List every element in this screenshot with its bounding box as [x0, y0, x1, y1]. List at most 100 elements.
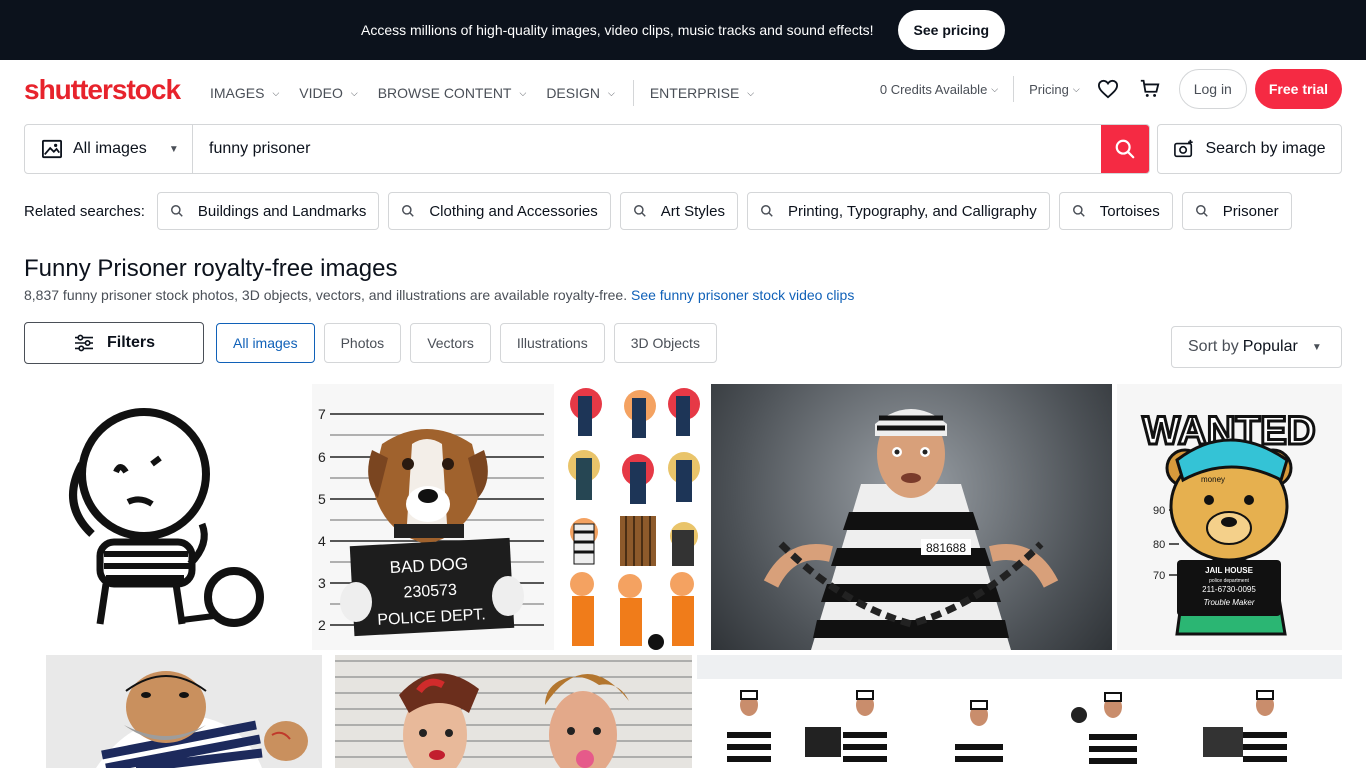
chip-label: Tortoises	[1099, 202, 1160, 220]
search-submit-button[interactable]	[1101, 125, 1149, 173]
chevron-down-icon: ⌵	[608, 87, 615, 98]
filters-label: Filters	[106, 334, 155, 351]
tab-all-images[interactable]: All images	[216, 323, 315, 363]
prisoner-photo: 881688	[763, 409, 1059, 650]
filters-button[interactable]: Filters	[24, 322, 204, 364]
search-by-image-label: Search by image	[1205, 140, 1326, 157]
chevron-down-icon: ⌵	[991, 83, 999, 94]
image-type-tabs: All images Photos Vectors Illustrations …	[216, 323, 726, 363]
scale-label: 70	[1153, 570, 1165, 582]
result-image-prisoner-poses[interactable]	[697, 655, 1342, 768]
chevron-down-icon: ⌵	[1072, 83, 1080, 94]
search-icon	[170, 205, 183, 217]
related-chip[interactable]: Art Styles	[619, 192, 738, 230]
related-chip[interactable]: Printing, Typography, and Calligraphy	[746, 192, 1050, 230]
credits-dropdown[interactable]: 0 Credits Available ⌵	[880, 82, 998, 97]
scale-label: 5	[318, 491, 326, 507]
result-image-police-set[interactable]	[560, 384, 706, 650]
nav-images[interactable]: IMAGES ⌵	[210, 85, 279, 101]
result-image-stick-prisoner[interactable]	[24, 384, 306, 650]
scale-label: 2	[318, 617, 326, 633]
result-image-cartoon-convict[interactable]	[46, 655, 322, 768]
see-pricing-button[interactable]: See pricing	[897, 10, 1005, 50]
search-input[interactable]	[193, 125, 1101, 173]
nav-enterprise[interactable]: ENTERPRISE ⌵	[650, 85, 754, 101]
nav-label: DESIGN	[546, 85, 600, 101]
results-count-text: 8,837 funny prisoner stock photos, 3D ob…	[24, 287, 628, 303]
dog-mugshot-illustration: 7 6 5 4 3 2 BAD DOG 230573 POLICE DEPT.	[318, 406, 544, 637]
search-bar: All images ▼	[24, 124, 1150, 174]
prisoner-poses-photo	[727, 690, 1287, 768]
chip-label: Prisoner	[1222, 202, 1279, 220]
page-title: Funny Prisoner royalty-free images	[24, 255, 398, 282]
shutterstock-logo[interactable]: shutterstock	[24, 74, 181, 106]
nav-label: ENTERPRISE	[649, 85, 740, 101]
search-icon	[1115, 139, 1135, 159]
scale-label: 6	[318, 449, 326, 465]
nav-label: IMAGES	[210, 85, 265, 101]
cap-text: money	[1201, 475, 1225, 484]
sign-line-2: 230573	[403, 582, 457, 602]
chip-label: Buildings and Landmarks	[197, 202, 367, 220]
related-searches-label: Related searches:	[24, 202, 145, 220]
header-actions: 0 Credits Available ⌵ Pricing ⌵ Log in Fre…	[880, 69, 1342, 109]
result-image-bad-dog[interactable]: 7 6 5 4 3 2 BAD DOG 230573 POLICE DEPT.	[312, 384, 554, 650]
nav-label: BROWSE CONTENT	[377, 85, 512, 101]
related-chip[interactable]: Clothing and Accessories	[388, 192, 611, 230]
wanted-bear-illustration: WANTED 90 80 70 money JAIL HOUSE police …	[1141, 408, 1317, 636]
sort-prefix: Sort by	[1188, 338, 1239, 355]
pricing-label: Pricing	[1029, 81, 1069, 97]
promo-text: Access millions of high-quality images, …	[361, 22, 874, 38]
result-image-wanted-bear[interactable]: WANTED 90 80 70 money JAIL HOUSE police …	[1117, 384, 1342, 650]
related-chip[interactable]: Tortoises	[1058, 192, 1173, 230]
tab-3d-objects[interactable]: 3D Objects	[613, 323, 717, 363]
cart-button[interactable]	[1136, 75, 1164, 103]
sliders-icon	[74, 334, 93, 352]
asset-type-select[interactable]: All images ▼	[25, 125, 193, 173]
nav-design[interactable]: DESIGN ⌵	[546, 85, 615, 101]
promo-banner: Access millions of high-quality images, …	[0, 0, 1366, 60]
scale-label: 4	[318, 533, 326, 549]
search-icon	[1195, 205, 1208, 217]
stick-prisoner-illustration	[69, 408, 264, 627]
tab-illustrations[interactable]: Illustrations	[499, 323, 605, 363]
results-summary: 8,837 funny prisoner stock photos, 3D ob…	[24, 287, 854, 303]
credits-label: 0 Credits Available	[879, 81, 988, 97]
camera-icon	[1174, 139, 1194, 158]
related-chip[interactable]: Buildings and Landmarks	[156, 192, 380, 230]
nav-video[interactable]: VIDEO ⌵	[299, 85, 357, 101]
sort-dropdown[interactable]: Sort by Popular ▼	[1171, 326, 1342, 368]
result-image-man-in-chains[interactable]: 881688	[711, 384, 1112, 650]
free-trial-button[interactable]: Free trial	[1254, 69, 1342, 109]
favorites-button[interactable]	[1094, 75, 1122, 103]
scale-label: 3	[318, 575, 326, 591]
site-header: shutterstock IMAGES ⌵ VIDEO ⌵ BROWSE CONTE…	[0, 60, 1366, 118]
phone-text: 211-6730-0095	[1202, 585, 1256, 594]
related-chip[interactable]: Prisoner	[1181, 192, 1292, 230]
chevron-down-icon: ⌵	[519, 87, 527, 98]
police-characters-set	[568, 388, 700, 650]
trouble-maker-text: Trouble Maker	[1204, 598, 1255, 607]
couple-mugshot-photo	[335, 660, 692, 768]
pricing-dropdown[interactable]: Pricing ⌵	[1029, 82, 1080, 97]
tab-vectors[interactable]: Vectors	[410, 323, 491, 363]
tab-photos[interactable]: Photos	[323, 323, 402, 363]
cartoon-convict-illustration	[96, 671, 308, 768]
scale-label: 7	[318, 406, 326, 422]
video-clips-link[interactable]: See funny prisoner stock video clips	[631, 287, 854, 303]
asset-type-label: All images	[73, 140, 147, 157]
nav-divider	[632, 80, 634, 106]
search-by-image-button[interactable]: Search by image	[1157, 124, 1342, 174]
nav-browse-content[interactable]: BROWSE CONTENT ⌵	[378, 85, 527, 101]
caret-down-icon: ▼	[168, 143, 179, 155]
chevron-down-icon: ⌵	[747, 87, 755, 98]
chip-label: Art Styles	[660, 202, 725, 220]
police-dept-text: police department	[1209, 578, 1249, 584]
header-divider	[1013, 76, 1015, 102]
chevron-down-icon: ⌵	[272, 87, 280, 98]
login-button[interactable]: Log in	[1178, 69, 1247, 109]
nav-label: VIDEO	[299, 85, 343, 101]
search-icon	[402, 205, 415, 217]
result-image-couple-mugshot[interactable]	[335, 655, 692, 768]
search-icon	[633, 205, 646, 217]
